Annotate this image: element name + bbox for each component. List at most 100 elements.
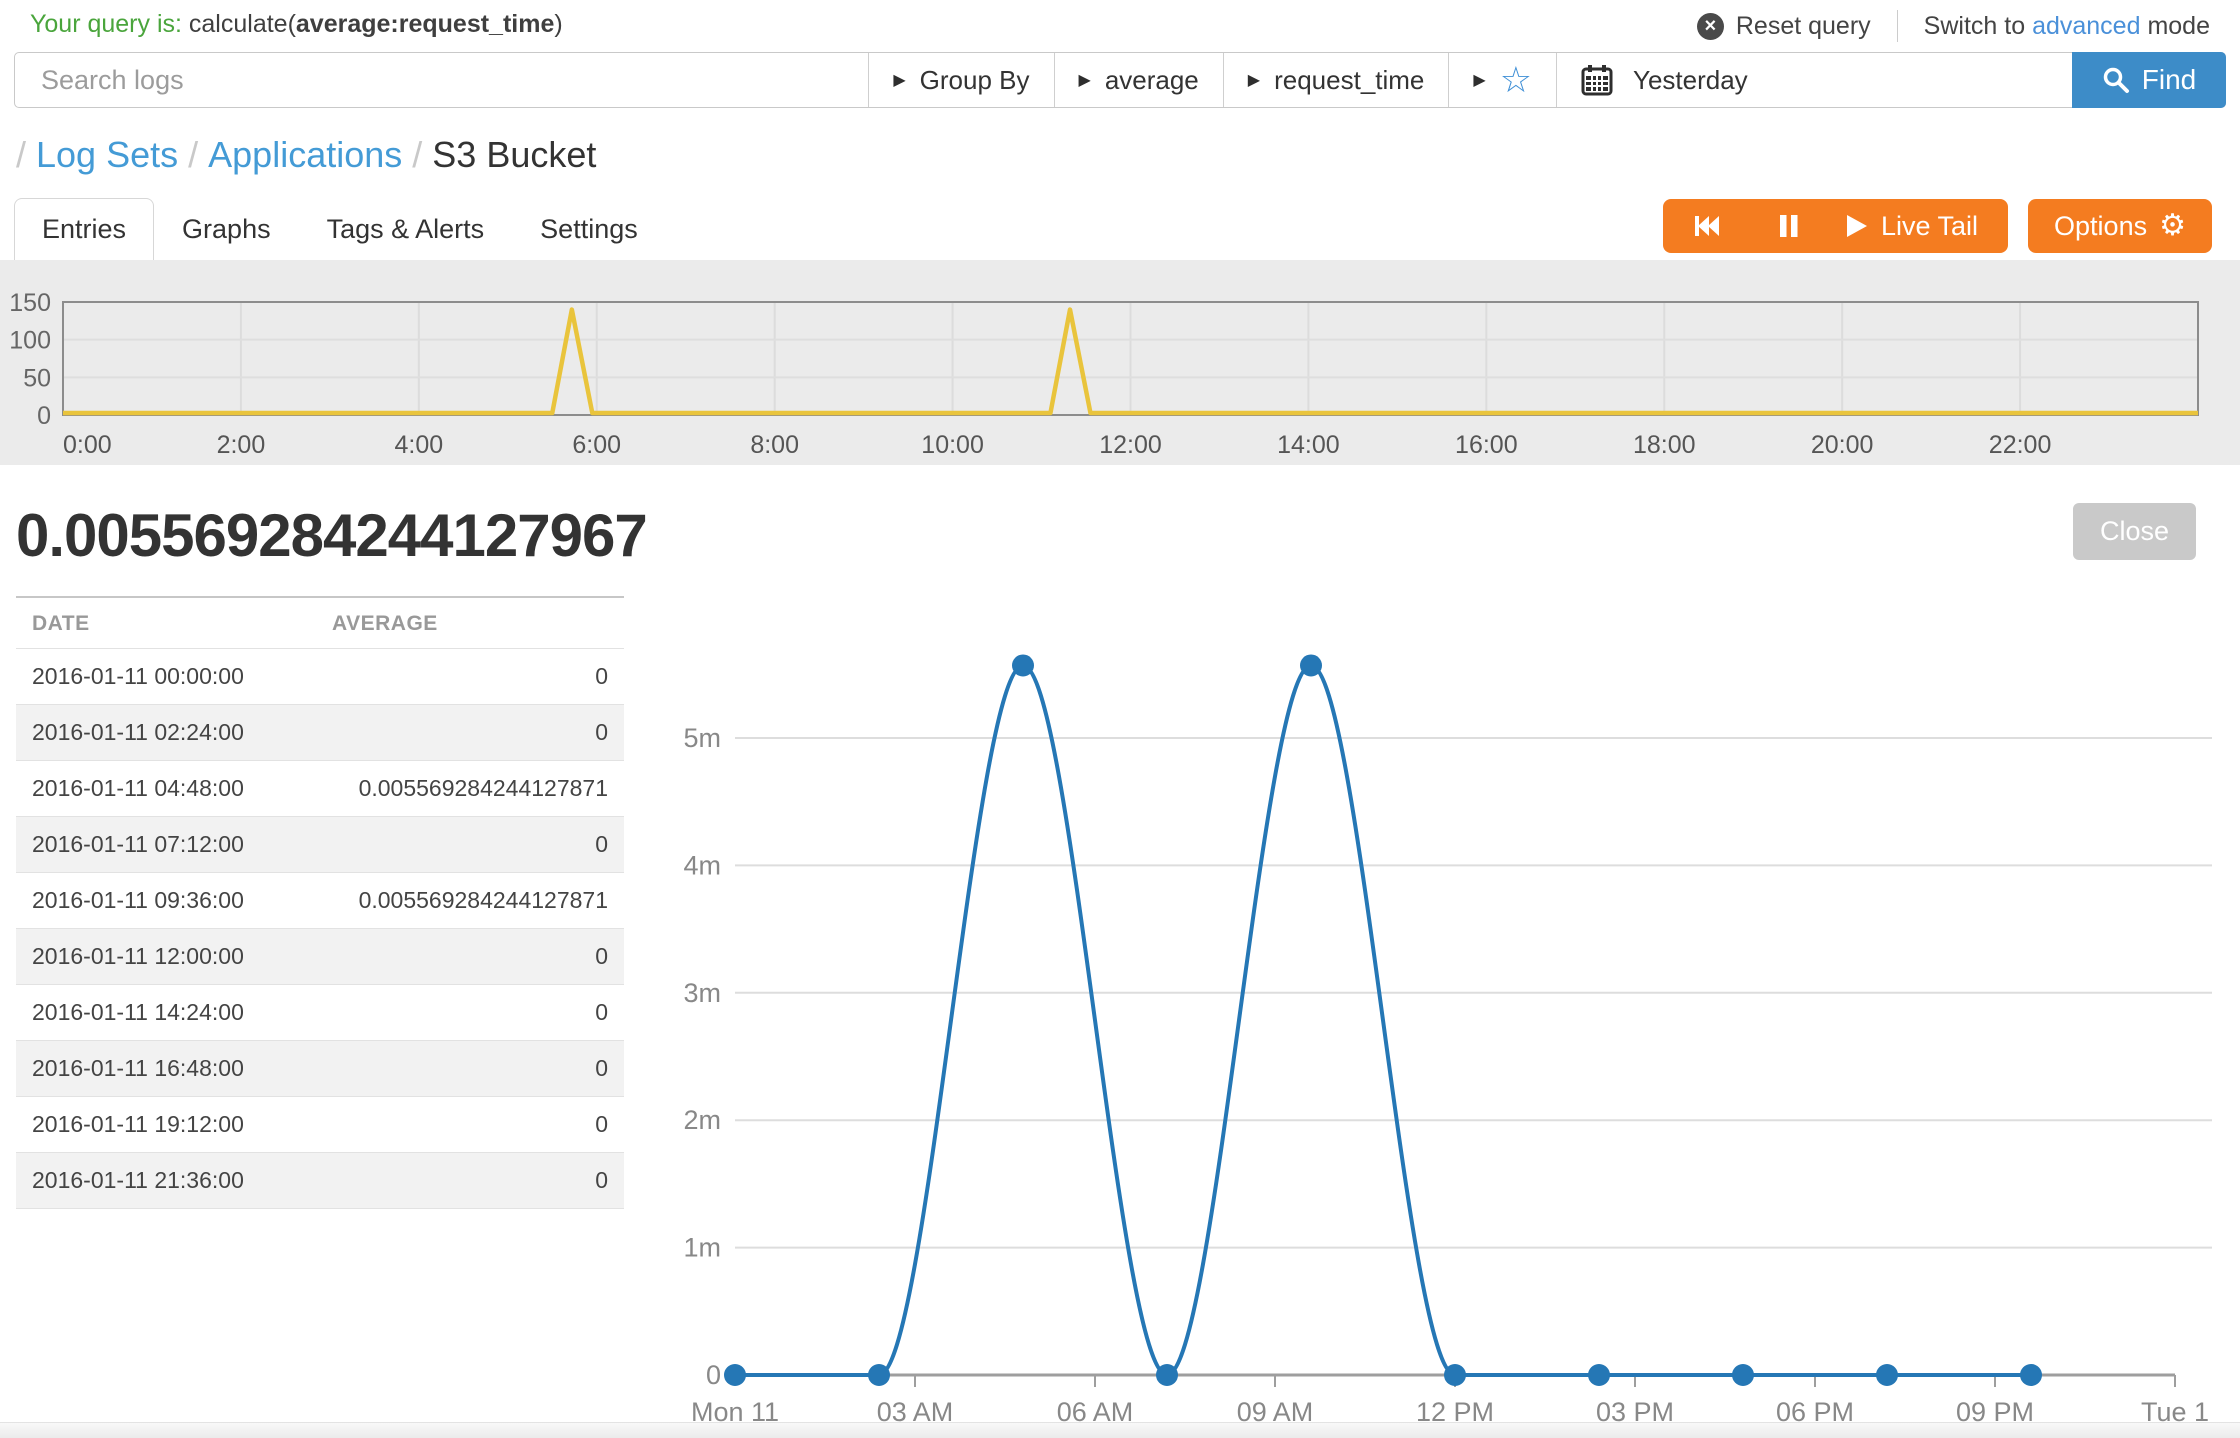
- find-button[interactable]: Find: [2072, 52, 2226, 108]
- reset-query-button[interactable]: × Reset query: [1697, 12, 1871, 41]
- timeline-x-tick-label: 2:00: [217, 431, 266, 459]
- star-icon[interactable]: ☆: [1500, 62, 1532, 98]
- table-row: 2016-01-11 16:48:000: [16, 1041, 624, 1097]
- table-row: 2016-01-11 04:48:000.005569284244127871: [16, 761, 624, 817]
- breadcrumb-link-applications[interactable]: Applications: [208, 134, 402, 175]
- advanced-mode-link[interactable]: advanced: [2032, 12, 2140, 40]
- breadcrumb-separator: /: [16, 134, 26, 175]
- live-tail-label: Live Tail: [1881, 211, 1978, 242]
- cell-date: 2016-01-11 04:48:00: [16, 761, 316, 817]
- cell-average: 0: [316, 1097, 624, 1153]
- timeline-y-tick-label: 150: [9, 289, 51, 317]
- topbar-divider: [1897, 10, 1898, 42]
- timeline-x-tick-label: 20:00: [1811, 431, 1874, 459]
- column-header-average: AVERAGE: [316, 598, 624, 649]
- query-bar-actions: × Reset query Switch to advanced mode: [1697, 10, 2210, 42]
- overall-average-value: 0.005569284244127967: [0, 465, 2240, 570]
- timeline-x-tick-label: 6:00: [572, 431, 621, 459]
- cell-average: 0: [316, 1153, 624, 1209]
- event-timeline-chart[interactable]: 0501001500:002:004:006:008:0010:0012:001…: [0, 260, 2240, 465]
- calendar-icon: [1581, 64, 1613, 96]
- timeline-x-tick-label: 4:00: [394, 431, 443, 459]
- group-by-dropdown[interactable]: ▶ Group By: [868, 53, 1053, 107]
- tab-tags-alerts[interactable]: Tags & Alerts: [299, 198, 513, 260]
- chart-y-tick-label: 5m: [683, 723, 721, 753]
- cell-date: 2016-01-11 00:00:00: [16, 649, 316, 705]
- cell-date: 2016-01-11 16:48:00: [16, 1041, 316, 1097]
- footer-strip: [0, 1422, 2240, 1438]
- chart-data-point: [1588, 1364, 1610, 1386]
- options-button[interactable]: Options ⚙: [2028, 199, 2212, 253]
- field-label: request_time: [1274, 65, 1424, 96]
- chart-x-tick-label: 03 AM: [877, 1397, 954, 1425]
- timeline-y-tick-label: 50: [23, 364, 51, 392]
- breadcrumb-separator: /: [412, 134, 422, 175]
- timeline-x-tick-label: 16:00: [1455, 431, 1518, 459]
- tab-graphs[interactable]: Graphs: [154, 198, 299, 260]
- table-row: 2016-01-11 21:36:000: [16, 1153, 624, 1209]
- cell-average: 0: [316, 985, 624, 1041]
- query-expression: average:request_time: [296, 10, 554, 38]
- search-input[interactable]: [15, 53, 868, 107]
- tab-settings[interactable]: Settings: [512, 198, 666, 260]
- skip-to-start-button[interactable]: [1663, 213, 1749, 239]
- chart-y-tick-label: 2m: [683, 1105, 721, 1135]
- field-dropdown[interactable]: ▶ request_time: [1223, 53, 1449, 107]
- rewind-icon: [1693, 213, 1719, 239]
- query-bar: Your query is: calculate(average:request…: [0, 0, 2240, 44]
- cell-average: 0: [316, 1041, 624, 1097]
- function-dropdown[interactable]: ▶ average: [1054, 53, 1223, 107]
- tab-entries[interactable]: Entries: [14, 198, 154, 260]
- caret-right-icon: ▶: [1079, 70, 1091, 90]
- search-icon: [2102, 66, 2130, 94]
- table-row: 2016-01-11 09:36:000.005569284244127871: [16, 873, 624, 929]
- date-range-picker[interactable]: Yesterday: [1556, 53, 2072, 107]
- playback-button-group: Live Tail: [1663, 199, 2008, 253]
- timeline-x-tick-label: 22:00: [1989, 431, 2052, 459]
- live-tail-button[interactable]: Live Tail: [1829, 211, 2008, 242]
- pause-button[interactable]: [1749, 213, 1829, 239]
- pause-icon: [1779, 213, 1799, 239]
- chart-x-tick-label: 03 PM: [1596, 1397, 1674, 1425]
- table-row: 2016-01-11 12:00:000: [16, 929, 624, 985]
- reset-query-label: Reset query: [1736, 12, 1871, 41]
- chart-data-point: [1300, 654, 1322, 676]
- reset-query-icon: ×: [1697, 13, 1724, 40]
- breadcrumb-link-log-sets[interactable]: Log Sets: [36, 134, 178, 175]
- favorite-query-control[interactable]: ▶ ☆: [1448, 53, 1556, 107]
- table-row: 2016-01-11 00:00:000: [16, 649, 624, 705]
- chart-x-tick-label: Tue 1: [2141, 1397, 2209, 1425]
- chart-series-line: [735, 666, 2031, 1376]
- timeline-x-tick-label: 14:00: [1277, 431, 1340, 459]
- switch-pre: Switch to: [1924, 12, 2025, 40]
- chart-data-point: [1444, 1364, 1466, 1386]
- gear-icon: ⚙: [2159, 211, 2186, 241]
- chart-data-point: [1876, 1364, 1898, 1386]
- timeline-chart-svg: 0501001500:002:004:006:008:0010:0012:001…: [0, 260, 2240, 465]
- cell-date: 2016-01-11 21:36:00: [16, 1153, 316, 1209]
- close-button[interactable]: Close: [2073, 503, 2196, 560]
- chart-x-tick-label: 09 AM: [1237, 1397, 1314, 1425]
- timeline-x-tick-label: 18:00: [1633, 431, 1696, 459]
- table-row: 2016-01-11 19:12:000: [16, 1097, 624, 1153]
- average-table-body: 2016-01-11 00:00:0002016-01-11 02:24:000…: [16, 649, 624, 1209]
- tab-bar: EntriesGraphsTags & AlertsSettings: [0, 196, 2240, 260]
- table-row: 2016-01-11 14:24:000: [16, 985, 624, 1041]
- cell-date: 2016-01-11 09:36:00: [16, 873, 316, 929]
- cell-date: 2016-01-11 19:12:00: [16, 1097, 316, 1153]
- options-label: Options: [2054, 211, 2147, 242]
- cell-average: 0.005569284244127871: [316, 873, 624, 929]
- cell-date: 2016-01-11 12:00:00: [16, 929, 316, 985]
- chart-y-tick-label: 4m: [683, 850, 721, 880]
- chart-data-point: [1156, 1364, 1178, 1386]
- timeline-y-tick-label: 100: [9, 327, 51, 355]
- chart-data-point: [868, 1364, 890, 1386]
- find-button-label: Find: [2142, 64, 2196, 96]
- average-line-chart: 01m2m3m4m5mMon 1103 AM06 AM09 AM12 PM03 …: [630, 615, 2230, 1425]
- chart-data-point: [2020, 1364, 2042, 1386]
- play-icon: [1845, 213, 1867, 239]
- caret-right-icon: ▶: [893, 70, 905, 90]
- switch-post: mode: [2147, 12, 2210, 40]
- chart-y-tick-label: 0: [706, 1360, 721, 1390]
- chart-y-tick-label: 3m: [683, 978, 721, 1008]
